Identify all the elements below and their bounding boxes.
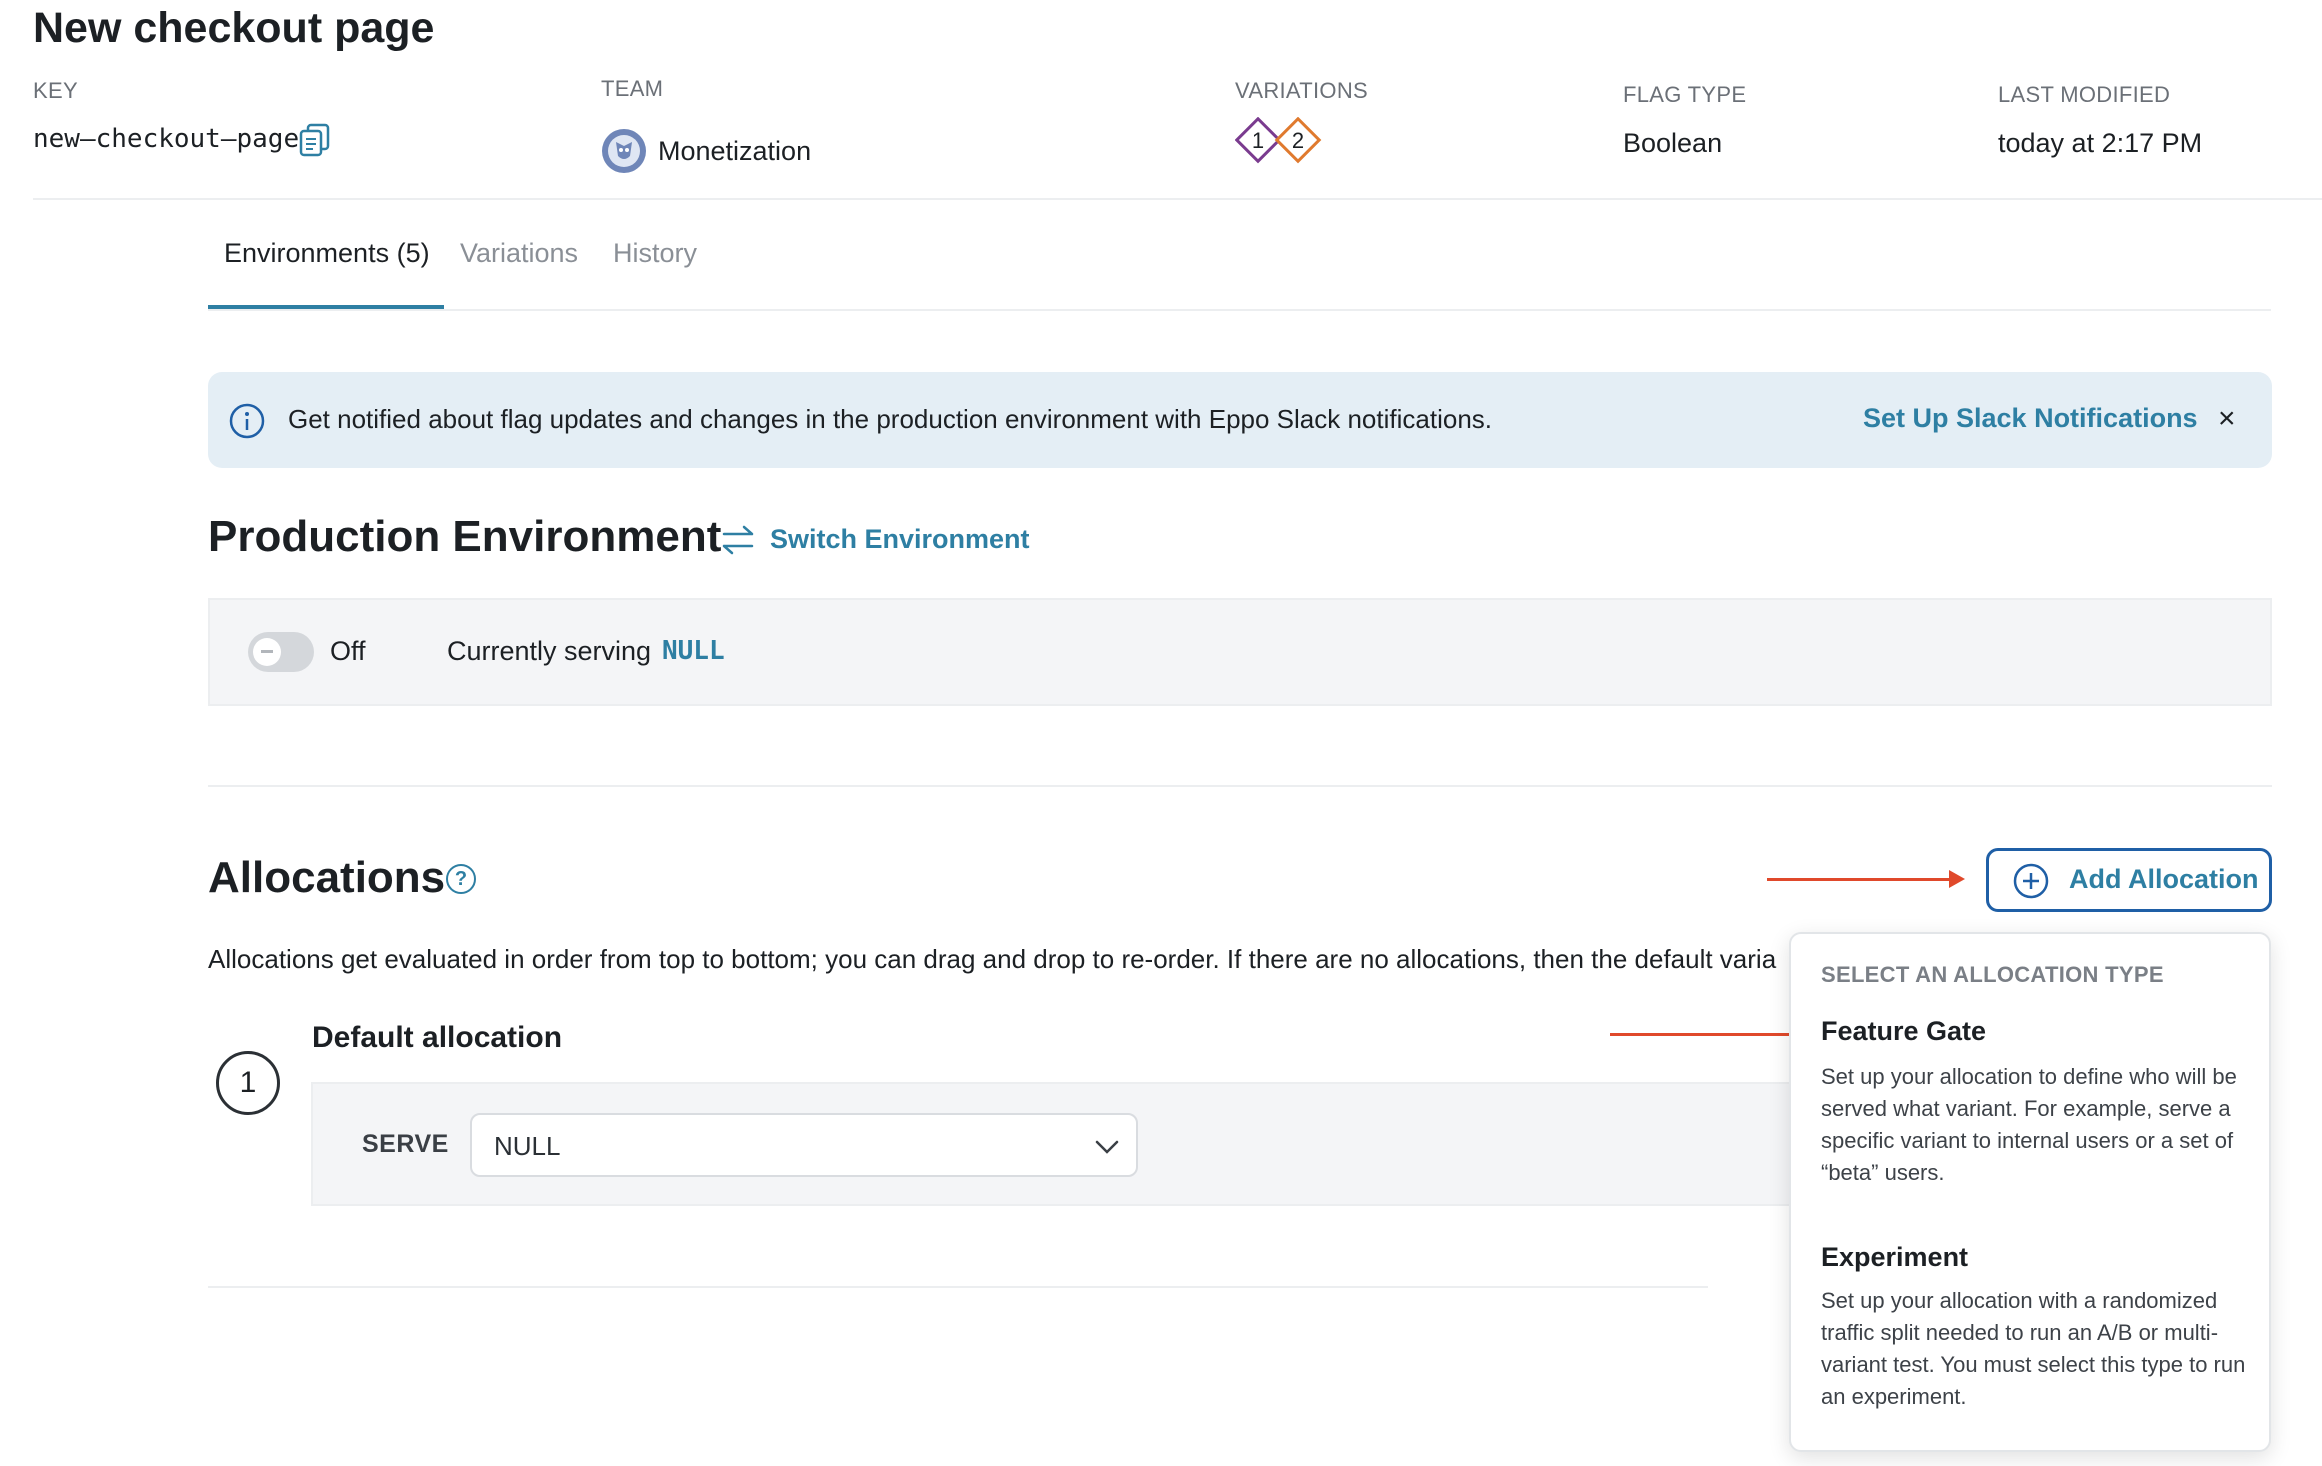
tab-variations[interactable]: Variations (460, 238, 578, 269)
flag-type-label: FLAG TYPE (1623, 82, 1747, 107)
menu-item-experiment[interactable]: Experiment Set up your allocation with a… (1791, 1232, 2269, 1432)
toggle-state-label: Off (330, 636, 366, 666)
allocations-title: Allocations (208, 853, 446, 902)
switch-arrows-icon[interactable] (718, 522, 758, 558)
experiment-title: Experiment (1821, 1242, 1969, 1272)
variation-badge-1: 1 (1252, 128, 1264, 153)
switch-environment-link[interactable]: Switch Environment (770, 524, 1030, 555)
info-icon (228, 402, 266, 440)
variations-label: VARIATIONS (1235, 78, 1368, 103)
allocation-divider (208, 1286, 1708, 1288)
key-value: new–checkout–page (33, 124, 300, 154)
last-modified-value: today at 2:17 PM (1998, 128, 2203, 158)
allocations-description: Allocations get evaluated in order from … (208, 944, 1777, 974)
variations-badges: 1 2 (1234, 116, 1325, 167)
add-allocation-label: Add Allocation (2069, 864, 2259, 894)
chevron-down-icon (1095, 1140, 1119, 1154)
menu-item-feature-gate[interactable]: Feature Gate Set up your allocation to d… (1791, 1006, 2269, 1185)
allocation-type-menu: SELECT AN ALLOCATION TYPE Feature Gate S… (1789, 932, 2271, 1452)
serve-variant-select[interactable]: NULL (470, 1113, 1138, 1177)
section-divider (208, 785, 2272, 787)
environment-title: Production Environment (208, 512, 722, 561)
copy-icon[interactable] (298, 122, 332, 158)
variation-badge-2: 2 (1292, 128, 1304, 153)
tabs-divider (208, 309, 2271, 311)
toggle-knob (253, 638, 281, 666)
feature-gate-title: Feature Gate (1821, 1016, 1987, 1046)
feature-gate-description: Set up your allocation to define who wil… (1821, 1064, 2237, 1185)
experiment-description: Set up your allocation with a randomized… (1821, 1288, 2246, 1409)
team-avatar-icon (601, 128, 647, 174)
allocation-type-menu-header: SELECT AN ALLOCATION TYPE (1821, 962, 2164, 987)
key-label: KEY (33, 78, 78, 103)
allocation-step-number: 1 (216, 1051, 280, 1115)
currently-serving-label: Currently serving (447, 636, 652, 666)
last-modified-label: LAST MODIFIED (1998, 82, 2171, 107)
default-allocation-title: Default allocation (312, 1021, 563, 1054)
set-up-slack-notifications-link[interactable]: Set Up Slack Notifications (1863, 403, 2198, 434)
tab-history[interactable]: History (613, 238, 697, 269)
plus-circle-icon (2013, 863, 2049, 899)
header-divider (33, 198, 2322, 200)
serve-label: SERVE (362, 1130, 449, 1158)
help-icon[interactable]: ? (446, 864, 476, 894)
annotation-arrow-feature-gate (1610, 1025, 1818, 1045)
team-label: TEAM (601, 76, 664, 101)
add-allocation-button[interactable]: Add Allocation (1986, 848, 2272, 912)
team-value: Monetization (658, 136, 812, 166)
close-icon[interactable]: × (2218, 402, 2236, 436)
tab-environments[interactable]: Environments (5) (224, 238, 430, 269)
flag-type-value: Boolean (1623, 128, 1723, 158)
page-title: New checkout page (33, 4, 435, 52)
currently-serving-value: NULL (662, 636, 725, 666)
annotation-arrow-add (1767, 870, 1967, 890)
environment-toggle[interactable] (248, 632, 314, 672)
banner-text: Get notified about flag updates and chan… (288, 404, 1492, 434)
serve-select-value: NULL (494, 1131, 561, 1161)
